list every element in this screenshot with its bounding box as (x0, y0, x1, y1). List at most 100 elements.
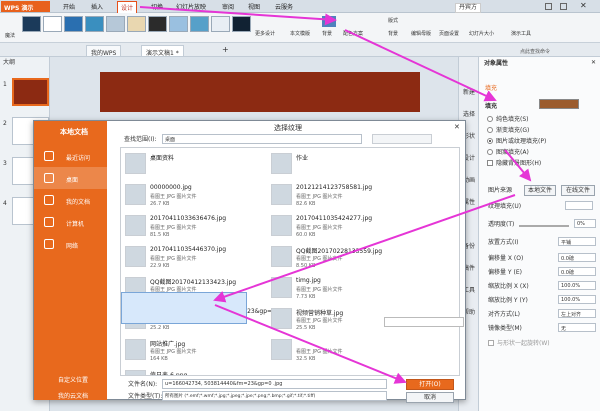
design-thumb-8[interactable] (169, 16, 188, 32)
text-template-button[interactable]: 本文模版 (290, 30, 310, 37)
online-file-button[interactable]: 在线文件 (561, 185, 595, 196)
solid-fill-radio[interactable] (487, 116, 493, 122)
search-command-text[interactable]: 点此查找命令 (520, 50, 550, 55)
hide-bg-checkbox[interactable] (487, 160, 493, 166)
color-scheme-button[interactable]: 配色方案 (343, 30, 363, 37)
design-thumb-10[interactable] (211, 16, 230, 32)
menu-view[interactable]: 视图 (248, 2, 260, 11)
user-name[interactable]: 丹宾方 (455, 3, 482, 13)
filename-input[interactable]: u=166042734, 503814440&fm=23&gp=0 .jpg (162, 379, 387, 389)
file-item[interactable]: 20170411035446370.jpg 看图王 JPG 图片文件 22.9 KB (125, 243, 247, 276)
cancel-button[interactable]: 取消 (406, 392, 454, 403)
filetype-dropdown[interactable]: 所有图片 (*.emf;*.wmf;*.jpg;*.jpeg;*.jpe;*.p… (162, 391, 387, 401)
side-new[interactable]: 新建 (463, 90, 475, 96)
design-thumb-5[interactable] (106, 16, 125, 32)
file-type: 看图王 JPG 图片文件 (150, 349, 197, 355)
background-button[interactable]: 背景 (322, 30, 332, 37)
design-thumb-9[interactable] (190, 16, 209, 32)
slide-size-button[interactable]: 幻灯片大小 (469, 30, 494, 37)
placement-dropdown[interactable]: 平铺 (558, 237, 596, 246)
tab-my-wps[interactable]: 我的WPS (86, 45, 122, 57)
local-file-button[interactable]: 本地文件 (524, 185, 556, 196)
offset-x-input[interactable]: 0.0磅 (558, 253, 596, 262)
sidebar-computer[interactable]: 计算机 (34, 211, 107, 233)
sidebar-label: 最近访问 (66, 155, 91, 162)
presenter-tools-button[interactable]: 演示工具 (511, 30, 531, 37)
sidebar-recent[interactable]: 最近访问 (34, 145, 107, 167)
menu-slideshow[interactable]: 幻灯片放映 (176, 2, 206, 11)
file-item[interactable]: 20121214123758581.jpg 看图王 JPG 图片文件 82.6 KB (271, 181, 393, 214)
file-item[interactable]: 看图王 JPG 图片文件 32.5 KB (271, 336, 393, 369)
layout-button[interactable]: 版式 (388, 17, 398, 24)
file-item[interactable]: 00000000.jpg 看图王 JPG 图片文件 26.7 KB (125, 181, 247, 214)
close-icon[interactable]: ✕ (580, 2, 587, 10)
sidebar-desktop[interactable]: 桌面 (34, 167, 107, 189)
mirror-label: 镜像类型(M) (488, 325, 522, 332)
new-tab-icon[interactable]: + (222, 46, 229, 54)
file-item[interactable]: 作业 (271, 150, 393, 183)
align-dropdown[interactable]: 左上对齐 (558, 309, 596, 318)
texture-preview[interactable] (539, 99, 579, 109)
more-design-button[interactable]: 更多设计 (255, 30, 275, 37)
file-item[interactable]: timg.jpg 看图王 JPG 图片文件 7.73 KB (271, 274, 393, 307)
menu-transition[interactable]: 切换 (151, 2, 163, 11)
transparency-slider[interactable] (519, 225, 569, 227)
option-label: 纯色填充(S) (496, 116, 529, 123)
background-icon[interactable] (322, 16, 336, 27)
mirror-dropdown[interactable]: 无 (558, 323, 596, 332)
design-thumb-4[interactable] (85, 16, 104, 32)
slide-preview[interactable] (100, 72, 420, 112)
file-item[interactable]: 桌面资料 (125, 150, 247, 183)
pattern-fill-radio[interactable] (487, 149, 493, 155)
scale-y-input[interactable]: 100.0% (558, 295, 596, 304)
file-item[interactable]: QQ截图20170228133559.jpg 看图王 JPG 图片文件 8.50 K… (271, 243, 393, 276)
fill-tab[interactable]: 填充 (485, 86, 497, 92)
nav-toolbar[interactable] (372, 134, 432, 144)
rotate-checkbox[interactable] (488, 340, 494, 346)
design-thumb-1[interactable] (22, 16, 41, 32)
menu-cloud[interactable]: 云服务 (275, 2, 293, 11)
tab-presentation[interactable]: 演示文稿1 * (141, 45, 184, 57)
ime-toolbar[interactable] (384, 317, 464, 327)
maximize-icon[interactable] (560, 3, 567, 10)
design-thumb-11[interactable] (232, 16, 251, 32)
menu-review[interactable]: 审阅 (222, 2, 234, 11)
edit-master-button[interactable]: 编辑母版 (411, 30, 431, 37)
sidebar-documents[interactable]: 我的文档 (34, 189, 107, 211)
texture-dropdown[interactable] (565, 201, 593, 210)
slide-thumb-1[interactable] (12, 78, 49, 106)
sidebar-cloud-docs[interactable]: 我的云文档 (34, 383, 107, 405)
file-size: 8.50 KB (296, 263, 316, 269)
open-button[interactable]: 打开(O) (406, 379, 454, 390)
gradient-fill-radio[interactable] (487, 127, 493, 133)
menu-insert[interactable]: 插入 (91, 2, 103, 11)
file-item[interactable]: 视频营销种草.jpg 看图王 JPG 图片文件 25.5 KB (271, 305, 393, 338)
minimize-icon[interactable] (545, 3, 552, 10)
side-select[interactable]: 选择 (463, 112, 475, 118)
file-item[interactable]: 20170411035424277.jpg 看图王 JPG 图片文件 60.0 KB (271, 212, 393, 245)
file-list[interactable]: 桌面资料 00000000.jpg 看图王 JPG 图片文件 26.7 KB 20170… (120, 147, 460, 376)
lookin-dropdown[interactable]: 桌面 (162, 134, 362, 144)
scale-x-input[interactable]: 100.0% (558, 281, 596, 290)
dialog-close-icon[interactable]: ✕ (454, 124, 460, 131)
file-size: 32.5 KB (296, 356, 316, 362)
file-item[interactable]: 值日表-6.png看图王 PNG 图片文件18.2 KB (125, 367, 247, 375)
menu-home[interactable]: 开始 (63, 2, 75, 11)
picture-fill-radio[interactable] (487, 138, 493, 144)
panel-close-icon[interactable]: ✕ (591, 60, 596, 66)
design-thumb-7[interactable] (148, 16, 167, 32)
design-thumb-3[interactable] (64, 16, 83, 32)
magic-button[interactable]: 魔法 (5, 32, 15, 39)
file-item[interactable]: 网站推广.jpg 看图王 JPG 图片文件 164 KB (125, 336, 247, 369)
bg-style-button[interactable]: 背景 (388, 30, 398, 37)
file-item[interactable]: 20170411033636476.jpg 看图王 JPG 图片文件 81.5 KB (125, 212, 247, 245)
sidebar-network[interactable]: 网络 (34, 233, 107, 255)
design-thumb-6[interactable] (127, 16, 146, 32)
outline-tab[interactable]: 大纲 (3, 60, 15, 66)
page-setup-button[interactable]: 页面设置 (439, 30, 459, 37)
offset-y-input[interactable]: 0.0磅 (558, 267, 596, 276)
transparency-value[interactable]: 0% (574, 219, 596, 228)
app-logo[interactable]: WPS 演示 (1, 1, 50, 12)
design-thumb-2[interactable] (43, 16, 62, 32)
file-name: 网站推广.jpg (150, 341, 186, 348)
